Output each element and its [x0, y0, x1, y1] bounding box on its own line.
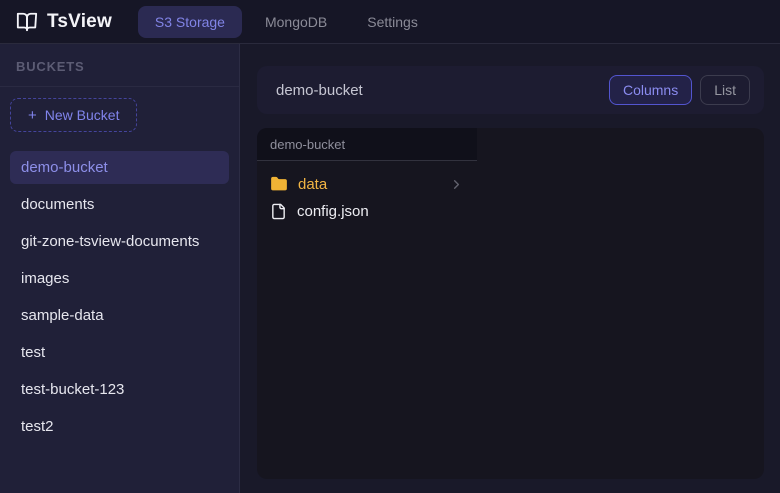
- columns-view-button[interactable]: Columns: [609, 75, 692, 105]
- top-nav-tabs: S3 StorageMongoDBSettings: [138, 6, 435, 38]
- new-bucket-label: New Bucket: [45, 107, 120, 123]
- bucket-list-item[interactable]: documents: [10, 188, 229, 221]
- chevron-right-icon: [449, 177, 464, 192]
- browser-panel: demo-bucket data config.json: [257, 128, 764, 479]
- tab-settings[interactable]: Settings: [350, 6, 435, 38]
- bucket-list-item[interactable]: test: [10, 336, 229, 369]
- buckets-sidebar: BUCKETS + New Bucket demo-bucket document…: [0, 44, 240, 493]
- tab-s3-storage[interactable]: S3 Storage: [138, 6, 242, 38]
- folder-icon: [270, 175, 288, 193]
- bucket-header-card: demo-bucket Columns List: [257, 66, 764, 114]
- bucket-list-item[interactable]: test2: [10, 410, 229, 443]
- entry-label: data: [298, 176, 327, 193]
- book-open-icon: [16, 11, 38, 33]
- top-bar: TsView S3 StorageMongoDBSettings: [0, 0, 780, 44]
- object-column: demo-bucket data config.json: [257, 128, 477, 479]
- bucket-list-item[interactable]: images: [10, 262, 229, 295]
- bucket-list-item[interactable]: git-zone-tsview-documents: [10, 225, 229, 258]
- file-icon: [270, 203, 287, 220]
- entry-row-folder[interactable]: data: [257, 170, 477, 198]
- new-bucket-button[interactable]: + New Bucket: [10, 98, 137, 132]
- view-toggle: Columns List: [609, 75, 750, 105]
- bucket-title: demo-bucket: [276, 82, 363, 99]
- list-view-button[interactable]: List: [700, 75, 750, 105]
- main-area: demo-bucket Columns List demo-bucket data…: [240, 44, 780, 493]
- plus-icon: +: [28, 108, 37, 123]
- entry-label: config.json: [297, 203, 369, 220]
- entry-row-file[interactable]: config.json: [257, 198, 477, 225]
- column-header: demo-bucket: [257, 128, 477, 161]
- bucket-list-item[interactable]: sample-data: [10, 299, 229, 332]
- app-logo: TsView: [16, 11, 112, 33]
- buckets-heading: BUCKETS: [0, 44, 239, 87]
- bucket-list: demo-bucket documents git-zone-tsview-docu…: [0, 151, 239, 443]
- bucket-list-item[interactable]: demo-bucket: [10, 151, 229, 184]
- app-title: TsView: [47, 11, 112, 33]
- tab-mongodb[interactable]: MongoDB: [248, 6, 344, 38]
- entry-list: data config.json: [257, 161, 477, 225]
- bucket-list-item[interactable]: test-bucket-123: [10, 373, 229, 406]
